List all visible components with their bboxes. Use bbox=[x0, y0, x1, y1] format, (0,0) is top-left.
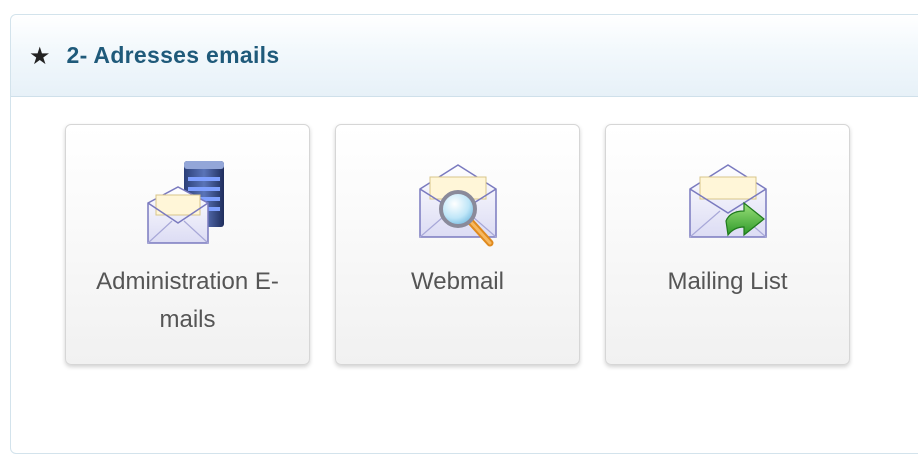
tile-label: Mailing List bbox=[667, 268, 788, 295]
admin-emails-tile[interactable]: Administration E-mails bbox=[65, 124, 310, 365]
tile-grid: Administration E-mails Webmail Mailing L… bbox=[65, 124, 850, 365]
panel-header: ★ 2- Adresses emails bbox=[11, 15, 918, 97]
mailing-list-tile[interactable]: Mailing List bbox=[605, 124, 850, 365]
star-icon: ★ bbox=[29, 41, 51, 70]
tile-label: Administration E-mails bbox=[96, 268, 279, 333]
tile-label: Webmail bbox=[411, 268, 504, 295]
email-search-icon bbox=[418, 164, 497, 247]
email-server-icon bbox=[146, 161, 224, 244]
panel-title: 2- Adresses emails bbox=[66, 42, 280, 68]
email-forward-icon bbox=[688, 164, 767, 238]
webmail-tile[interactable]: Webmail bbox=[335, 124, 580, 365]
